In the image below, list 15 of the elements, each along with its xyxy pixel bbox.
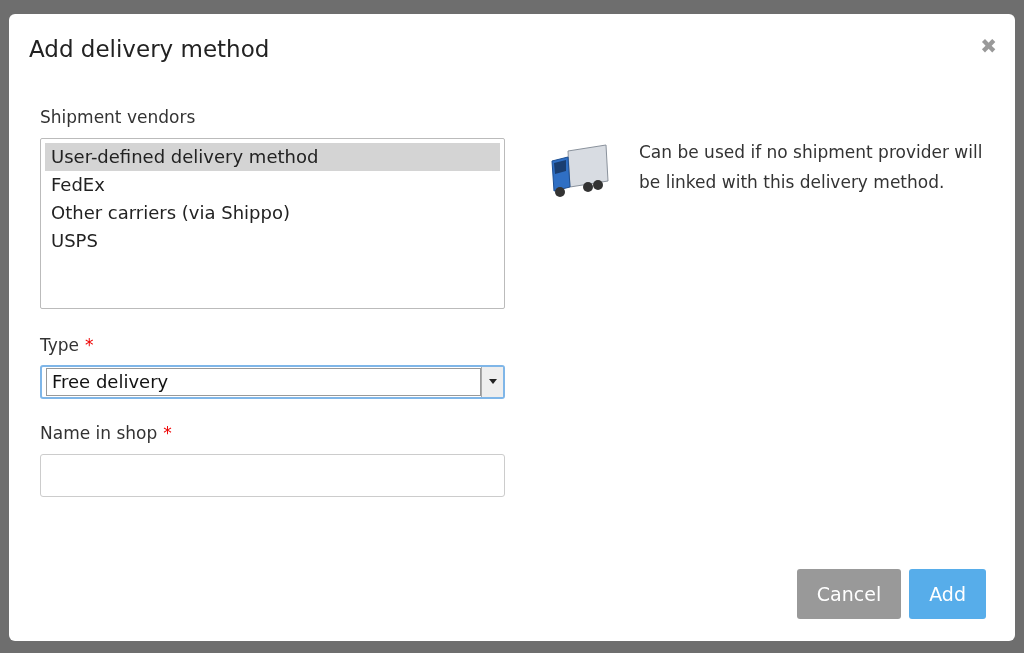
type-select[interactable]: Free delivery — [40, 364, 505, 399]
vendor-option[interactable]: FedEx — [45, 171, 500, 199]
truck-icon — [548, 142, 610, 199]
required-asterisk: * — [163, 421, 172, 445]
vendor-option[interactable]: USPS — [45, 227, 500, 255]
name-input-field[interactable] — [40, 454, 505, 497]
vendor-option[interactable]: Other carriers (via Shippo) — [45, 199, 500, 227]
required-asterisk: * — [85, 334, 94, 357]
vendor-listbox[interactable]: User-defined delivery method FedEx Other carriers (via Shippo) USPS — [40, 138, 505, 309]
field-label: Name in shop — [40, 421, 158, 445]
field-label: Shipment vendors — [40, 105, 197, 129]
dialog-title: Add delivery method — [29, 35, 270, 64]
vendor-option[interactable]: User-defined delivery method — [45, 143, 500, 171]
field-label: Type — [40, 334, 80, 357]
info-text: Can be used if no shipment provider will be linked with this delivery method. — [639, 140, 984, 194]
